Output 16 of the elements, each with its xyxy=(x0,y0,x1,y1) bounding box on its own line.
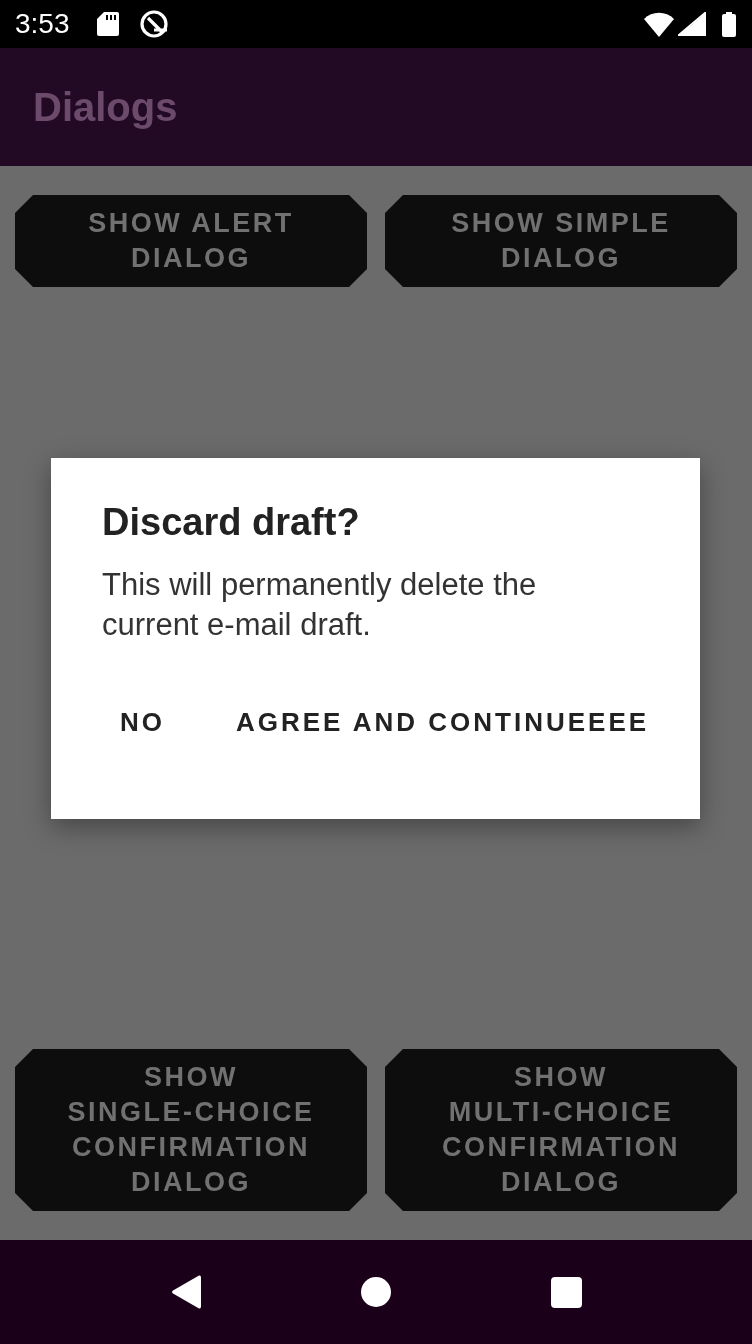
circle-slash-icon xyxy=(138,9,169,39)
dialog-title: Discard draft? xyxy=(102,500,361,545)
home-icon[interactable] xyxy=(361,1277,391,1307)
show-dialog-button[interactable]: SHOW SINGLE-CHOICE CONFIRMATION DIALOG xyxy=(15,1049,367,1211)
show-dialog-button[interactable]: SHOW MULTI-CHOICE CONFIRMATION DIALOG xyxy=(385,1049,737,1211)
back-icon[interactable] xyxy=(171,1274,201,1310)
signal-icon xyxy=(678,12,706,36)
status-time: 3:53 xyxy=(15,9,70,39)
dialog-message: This will permanently delete the current e-mail draft. xyxy=(102,566,538,644)
sd-card-icon xyxy=(96,12,119,36)
show-dialog-button[interactable]: SHOW ALERT DIALOG xyxy=(15,195,367,287)
wifi-icon xyxy=(644,11,674,37)
show-dialog-button[interactable]: SHOW SIMPLE DIALOG xyxy=(385,195,737,287)
app-bar-title: Dialogs xyxy=(33,84,178,130)
battery-icon xyxy=(722,11,736,37)
recents-icon[interactable] xyxy=(550,1276,582,1308)
